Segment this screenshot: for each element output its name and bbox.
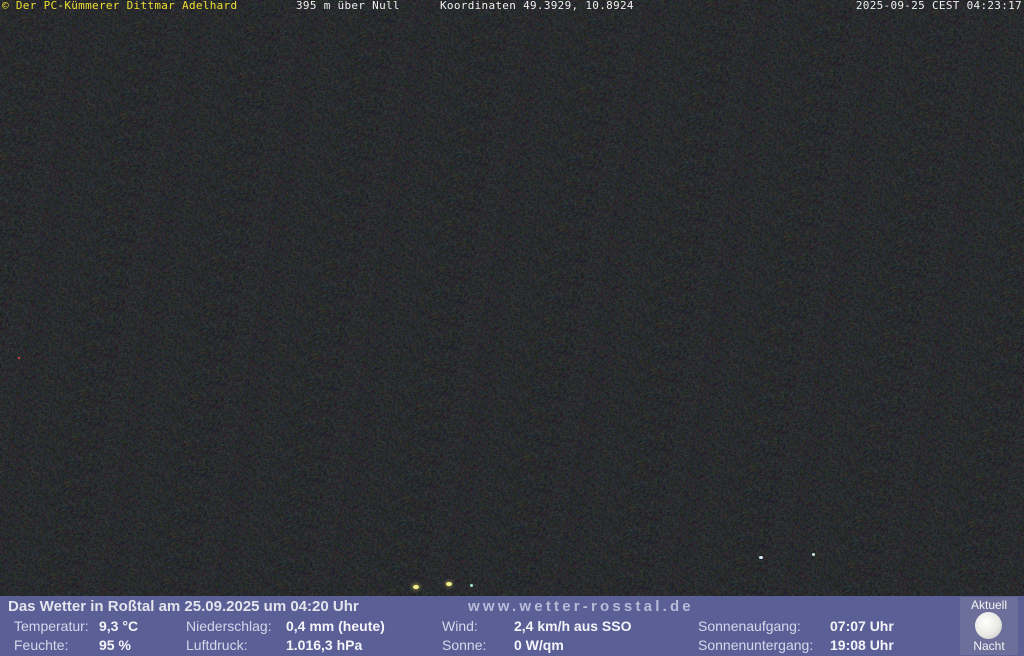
altitude-text: 395 m über Null xyxy=(296,0,400,12)
distant-light xyxy=(18,357,20,359)
full-moon-icon xyxy=(975,612,1002,639)
coordinates-text: Koordinaten 49.3929, 10.8924 xyxy=(440,0,634,12)
humidity-label: Feuchte: xyxy=(14,637,69,653)
precip-value: 0,4 mm (heute) xyxy=(286,618,385,634)
moon-title: Aktuell xyxy=(970,598,1008,612)
humidity-value: 95 % xyxy=(99,637,131,653)
temperature-label: Temperatur: xyxy=(14,618,89,634)
distant-light xyxy=(759,556,763,559)
distant-light xyxy=(446,582,452,586)
wind-value: 2,4 km/h aus SSO xyxy=(514,618,632,634)
distant-light xyxy=(470,584,473,587)
pressure-label: Luftdruck: xyxy=(186,637,248,653)
weather-panel: Das Wetter in Roßtal am 25.09.2025 um 04… xyxy=(0,596,1024,656)
sunrise-value: 07:07 Uhr xyxy=(830,618,894,634)
temperature-value: 9,3 °C xyxy=(99,618,139,634)
moon-status: Nacht xyxy=(973,639,1005,653)
night-sky-noise xyxy=(0,0,1024,596)
webcam-night-image: © Der PC-Kümmerer Dittmar Adelhard 395 m… xyxy=(0,0,1024,656)
distant-light xyxy=(413,585,419,589)
sun-value: 0 W/qm xyxy=(514,637,564,653)
website-url: www.wetter-rosstal.de xyxy=(468,598,694,615)
timestamp-text: 2025-09-25 CEST 04:23:17 xyxy=(855,0,1022,12)
owner-name: Der PC-Kümmerer Dittmar Adelhard xyxy=(15,0,238,12)
precip-label: Niederschlag: xyxy=(186,618,272,634)
sun-label: Sonne: xyxy=(442,637,487,653)
wind-label: Wind: xyxy=(442,618,478,634)
copyright-symbol: © xyxy=(2,0,9,12)
weather-headline: Das Wetter in Roßtal am 25.09.2025 um 04… xyxy=(8,598,359,615)
camera-info-bar: © Der PC-Kümmerer Dittmar Adelhard 395 m… xyxy=(0,0,1024,12)
sunset-value: 19:08 Uhr xyxy=(830,637,894,653)
distant-light xyxy=(812,553,815,556)
pressure-value: 1.016,3 hPa xyxy=(286,637,363,653)
moon-phase-box: Aktuell Nacht xyxy=(960,597,1018,655)
sunrise-label: Sonnenaufgang: xyxy=(698,618,801,634)
sunset-label: Sonnenuntergang: xyxy=(698,637,814,653)
copyright-owner: © Der PC-Kümmerer Dittmar Adelhard xyxy=(2,0,237,11)
